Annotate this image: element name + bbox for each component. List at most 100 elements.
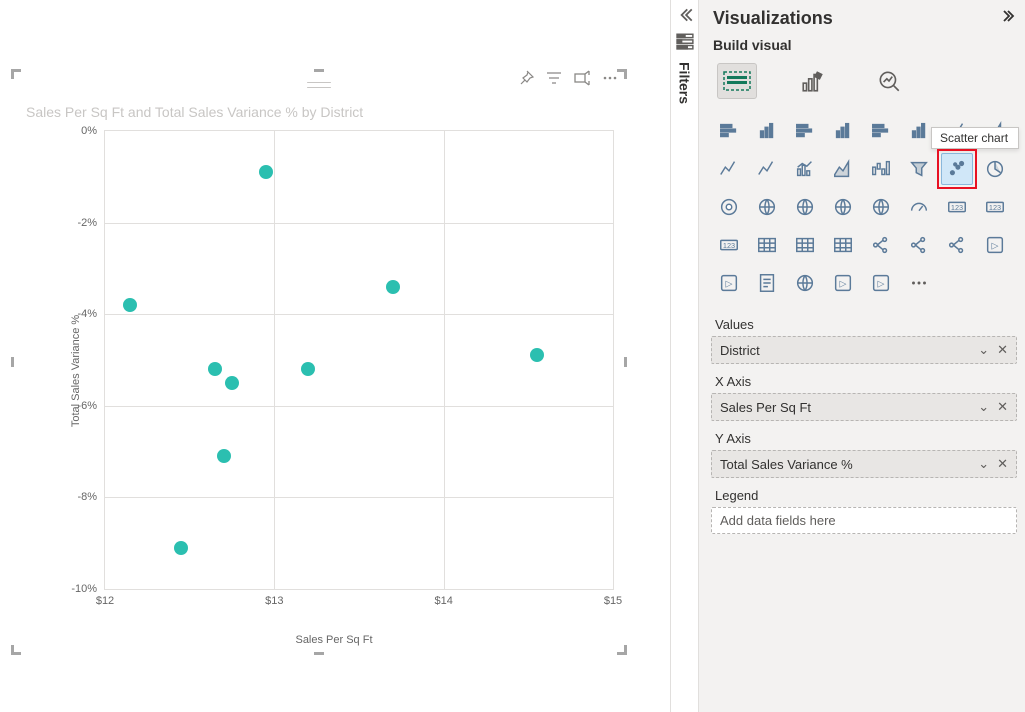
viz-type-power-automate[interactable]: ▷ [865, 267, 897, 299]
remove-field-icon[interactable]: ✕ [997, 456, 1008, 472]
y-tick: -6% [77, 400, 105, 412]
report-canvas[interactable]: Sales Per Sq Ft and Total Sales Variance… [0, 0, 670, 712]
y-tick: -8% [77, 491, 105, 503]
viz-type-slicer[interactable] [751, 229, 783, 261]
scatter-tooltip: Scatter chart [931, 127, 1019, 149]
viz-type-line-stacked[interactable] [751, 153, 783, 185]
more-options-icon[interactable] [602, 70, 618, 86]
svg-text:123: 123 [951, 203, 963, 212]
viz-type-more[interactable] [903, 267, 935, 299]
viz-type-gauge[interactable] [903, 191, 935, 223]
plot-area[interactable]: $12$13$14$150%-2%-4%-6%-8%-10% [104, 130, 614, 590]
chevron-down-icon[interactable]: ⌄ [978, 342, 989, 358]
filter-icon[interactable] [546, 70, 562, 86]
viz-type-power-apps[interactable]: ▷ [827, 267, 859, 299]
viz-type-filled-map[interactable] [827, 191, 859, 223]
filters-collapsed-pane[interactable]: Filters [670, 0, 698, 712]
data-point[interactable] [259, 165, 273, 179]
chevron-down-icon[interactable]: ⌄ [978, 456, 989, 472]
build-visual-label: Build visual [713, 37, 1017, 53]
pin-icon[interactable] [518, 70, 534, 86]
data-point[interactable] [225, 376, 239, 390]
viz-type-r-visual[interactable]: ▷ [979, 229, 1011, 261]
scatter-visual[interactable]: Sales Per Sq Ft and Total Sales Variance… [14, 72, 624, 652]
viz-type-combo[interactable] [789, 153, 821, 185]
resize-handle[interactable] [11, 69, 21, 79]
viz-type-table[interactable] [789, 229, 821, 261]
svg-text:▷: ▷ [991, 241, 998, 251]
legend-field-well[interactable]: Add data fields here [711, 507, 1017, 534]
viz-type-pie[interactable] [979, 153, 1011, 185]
viz-type-azure-map[interactable] [865, 191, 897, 223]
viz-type-stacked-column[interactable] [751, 115, 783, 147]
resize-handle[interactable] [314, 645, 324, 655]
viz-type-waterfall[interactable] [865, 153, 897, 185]
viz-type-card[interactable]: 123 [941, 191, 973, 223]
viz-type-python-visual[interactable]: ▷ [713, 267, 745, 299]
filters-label: Filters [677, 62, 693, 104]
data-point[interactable] [123, 298, 137, 312]
viz-type-line-v[interactable] [713, 153, 745, 185]
x-tick: $15 [604, 589, 622, 607]
format-tab[interactable] [793, 63, 833, 99]
viz-type-multi-row-card[interactable]: 123 [713, 229, 745, 261]
fields-tab[interactable] [717, 63, 757, 99]
expand-filters-icon[interactable] [676, 6, 694, 24]
viz-type-treemap[interactable] [751, 191, 783, 223]
focus-mode-icon[interactable] [574, 70, 590, 86]
analytics-tab[interactable] [869, 63, 909, 99]
yaxis-field-well[interactable]: Total Sales Variance % ⌄ ✕ [711, 450, 1017, 478]
viz-type-100-stacked-bar[interactable] [865, 115, 897, 147]
y-tick: -2% [77, 217, 105, 229]
resize-handle[interactable] [617, 357, 627, 367]
viz-type-stacked-bar[interactable] [713, 115, 745, 147]
resize-handle[interactable] [617, 645, 627, 655]
chart-title: Sales Per Sq Ft and Total Sales Variance… [26, 104, 363, 120]
scatter-plot: Total Sales Variance % Sales Per Sq Ft $… [54, 130, 614, 612]
viz-type-matrix[interactable] [827, 229, 859, 261]
yaxis-section-label: Y Axis [711, 431, 1017, 450]
data-point[interactable] [208, 362, 222, 376]
build-visual-tabs [711, 59, 1017, 107]
svg-text:123: 123 [989, 203, 1001, 212]
xaxis-field-value: Sales Per Sq Ft [720, 400, 811, 415]
viz-type-key-influencers[interactable] [903, 229, 935, 261]
remove-field-icon[interactable]: ✕ [997, 342, 1008, 358]
values-field-well[interactable]: District ⌄ ✕ [711, 336, 1017, 364]
chevron-down-icon[interactable]: ⌄ [978, 399, 989, 415]
resize-handle[interactable] [314, 69, 324, 79]
data-point[interactable] [386, 280, 400, 294]
viz-type-funnel[interactable] [903, 153, 935, 185]
resize-handle[interactable] [617, 69, 627, 79]
x-tick: $14 [434, 589, 452, 607]
data-point[interactable] [217, 449, 231, 463]
data-point[interactable] [530, 348, 544, 362]
y-tick: 0% [81, 125, 105, 137]
viz-type-decomp-tree[interactable] [865, 229, 897, 261]
svg-text:▷: ▷ [725, 279, 732, 289]
viz-type-scatter[interactable] [941, 153, 973, 185]
svg-text:▷: ▷ [877, 279, 884, 289]
data-point[interactable] [174, 541, 188, 555]
viz-type-kpi[interactable]: 123 [979, 191, 1011, 223]
filters-panel-icon[interactable] [676, 32, 694, 50]
viz-type-donut[interactable] [713, 191, 745, 223]
resize-handle[interactable] [11, 645, 21, 655]
collapse-pane-icon[interactable] [999, 8, 1015, 29]
viz-type-arcgis-map[interactable] [789, 267, 821, 299]
viz-type-qna[interactable] [941, 229, 973, 261]
yaxis-field-value: Total Sales Variance % [720, 457, 853, 472]
xaxis-field-well[interactable]: Sales Per Sq Ft ⌄ ✕ [711, 393, 1017, 421]
viz-type-paginated[interactable] [751, 267, 783, 299]
viz-type-clustered-column[interactable] [827, 115, 859, 147]
drag-grip-icon[interactable] [307, 82, 331, 88]
values-section-label: Values [711, 317, 1017, 336]
viz-type-ribbon[interactable] [827, 153, 859, 185]
viz-type-map[interactable] [789, 191, 821, 223]
legend-placeholder: Add data fields here [720, 513, 836, 528]
visualizations-title: Visualizations [713, 8, 833, 29]
data-point[interactable] [301, 362, 315, 376]
viz-type-clustered-bar[interactable] [789, 115, 821, 147]
resize-handle[interactable] [11, 357, 21, 367]
remove-field-icon[interactable]: ✕ [997, 399, 1008, 415]
